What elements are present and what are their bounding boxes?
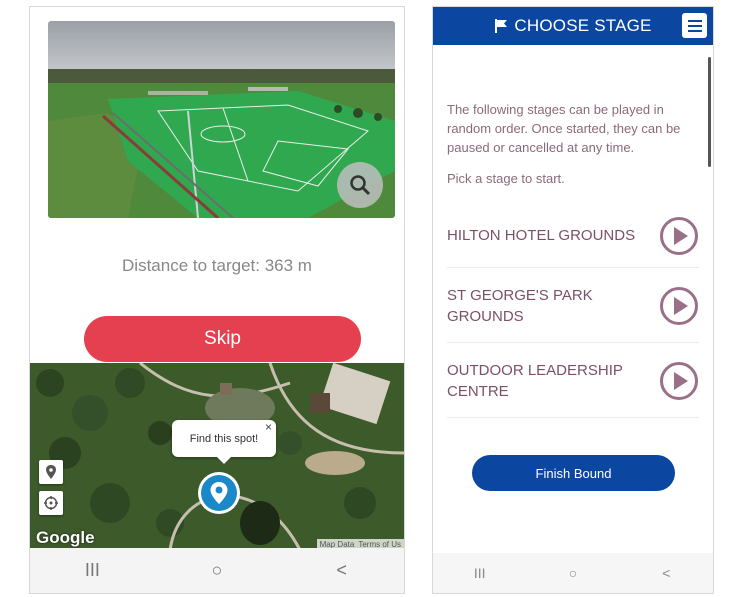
menu-button[interactable] xyxy=(682,13,707,38)
play-icon[interactable] xyxy=(659,216,699,256)
search-icon xyxy=(350,175,371,196)
home-button[interactable]: ○ xyxy=(197,560,237,581)
stage-label: ST GEORGE'S PARK GROUNDS xyxy=(447,286,593,325)
home-button[interactable]: ○ xyxy=(553,565,593,581)
flag-icon xyxy=(495,19,508,33)
choose-stage-screen: CHOOSE STAGE The following stages can be… xyxy=(432,6,714,594)
pick-stage-prompt: Pick a stage to start. xyxy=(447,171,565,186)
callout-text: Find this spot! xyxy=(189,432,259,445)
find-spot-screen: Distance to target: 363 m Skip Find this… xyxy=(29,6,405,594)
stage-label: HILTON HOTEL GROUNDS xyxy=(447,227,636,244)
stage-label: OUTDOOR LEADERSHIP CENTRE xyxy=(447,361,623,400)
find-spot-callout: Find this spot! × xyxy=(172,420,276,464)
stage-item[interactable]: ST GEORGE'S PARK GROUNDS xyxy=(447,269,699,343)
location-pin-button[interactable] xyxy=(39,460,63,484)
recent-apps-button[interactable]: III xyxy=(460,565,500,581)
compass-icon xyxy=(44,496,58,510)
play-icon[interactable] xyxy=(659,361,699,401)
close-icon[interactable]: × xyxy=(265,420,272,434)
skip-button[interactable]: Skip xyxy=(84,316,361,362)
stage-item[interactable]: OUTDOOR LEADERSHIP CENTRE xyxy=(447,344,699,418)
back-button[interactable]: < xyxy=(646,565,686,581)
zoom-button[interactable] xyxy=(337,162,383,208)
map-pin-icon[interactable] xyxy=(197,471,241,520)
android-nav-bar: III ○ < xyxy=(433,553,713,593)
menu-icon xyxy=(687,19,702,22)
stage-instructions: The following stages can be played in ra… xyxy=(447,102,681,155)
google-logo: Google xyxy=(36,528,95,547)
android-nav-bar: III ○ < xyxy=(30,548,404,593)
top-bar: CHOOSE STAGE xyxy=(433,7,713,45)
satellite-map[interactable]: Find this spot! × Google Map Data Terms … xyxy=(30,363,404,550)
target-photo xyxy=(48,21,395,218)
compass-button[interactable] xyxy=(39,491,63,515)
page-title: CHOOSE STAGE xyxy=(514,16,652,35)
stage-item[interactable]: HILTON HOTEL GROUNDS xyxy=(447,204,699,268)
scrollbar[interactable] xyxy=(708,57,711,167)
play-icon[interactable] xyxy=(659,286,699,326)
recent-apps-button[interactable]: III xyxy=(72,560,112,581)
location-pin-icon xyxy=(46,465,56,479)
finish-bound-button[interactable]: Finish Bound xyxy=(472,455,675,491)
distance-to-target: Distance to target: 363 m xyxy=(122,256,312,275)
back-button[interactable]: < xyxy=(322,560,362,581)
